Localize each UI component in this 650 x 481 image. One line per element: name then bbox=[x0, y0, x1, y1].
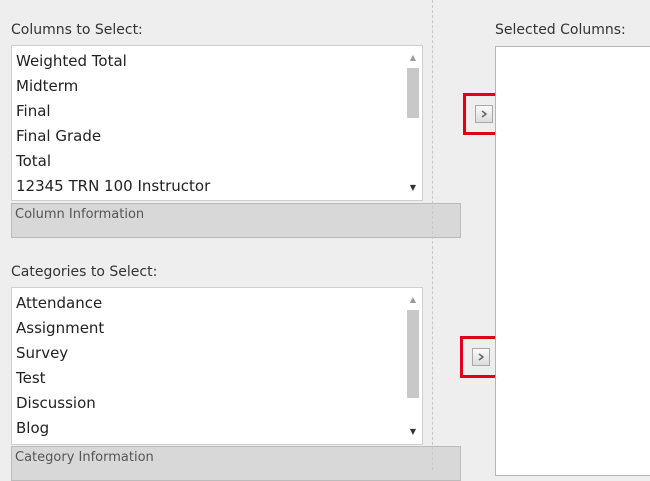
list-item[interactable]: Attendance bbox=[12, 291, 402, 316]
list-item[interactable]: Discussion bbox=[12, 391, 402, 416]
columns-scrollbar[interactable]: ▲ ▼ bbox=[404, 46, 422, 200]
column-information-bar[interactable]: Column Information bbox=[11, 203, 461, 238]
categories-scrollbar[interactable]: ▲ ▼ bbox=[404, 288, 422, 444]
list-item[interactable]: Final Grade bbox=[12, 124, 402, 149]
list-item[interactable]: Total bbox=[12, 149, 402, 174]
chevron-right-icon bbox=[481, 110, 487, 118]
list-item[interactable]: Blog bbox=[12, 416, 402, 441]
scroll-down-icon[interactable]: ▼ bbox=[404, 180, 422, 196]
category-information-bar[interactable]: Category Information bbox=[11, 446, 461, 481]
scroll-up-icon[interactable]: ▲ bbox=[404, 50, 422, 66]
categories-to-select-label: Categories to Select: bbox=[11, 264, 158, 280]
categories-listbox[interactable]: Attendance Assignment Survey Test Discus… bbox=[11, 287, 423, 445]
chevron-right-icon bbox=[478, 353, 484, 361]
selection-pane: Columns to Select: Weighted Total Midter… bbox=[0, 0, 461, 481]
columns-to-select-label: Columns to Select: bbox=[11, 22, 143, 38]
list-item[interactable]: Test bbox=[12, 366, 402, 391]
list-item[interactable]: Weighted Total bbox=[12, 49, 402, 74]
columns-list: Weighted Total Midterm Final Final Grade… bbox=[12, 49, 402, 199]
move-columns-button[interactable] bbox=[475, 105, 493, 123]
selected-columns-label: Selected Columns: bbox=[495, 22, 626, 38]
move-categories-button[interactable] bbox=[472, 348, 490, 366]
pane-divider bbox=[432, 0, 433, 470]
list-item[interactable]: Midterm bbox=[12, 74, 402, 99]
scroll-up-icon[interactable]: ▲ bbox=[404, 292, 422, 308]
columns-listbox[interactable]: Weighted Total Midterm Final Final Grade… bbox=[11, 45, 423, 201]
scroll-down-icon[interactable]: ▼ bbox=[404, 424, 422, 440]
categories-list: Attendance Assignment Survey Test Discus… bbox=[12, 291, 402, 441]
list-item[interactable]: Assignment bbox=[12, 316, 402, 341]
scroll-thumb[interactable] bbox=[407, 310, 419, 398]
list-item[interactable]: Final bbox=[12, 99, 402, 124]
scroll-thumb[interactable] bbox=[407, 68, 419, 118]
list-item[interactable]: Survey bbox=[12, 341, 402, 366]
selected-columns-listbox[interactable] bbox=[495, 46, 650, 476]
list-item[interactable]: 12345 TRN 100 Instructor bbox=[12, 174, 402, 199]
